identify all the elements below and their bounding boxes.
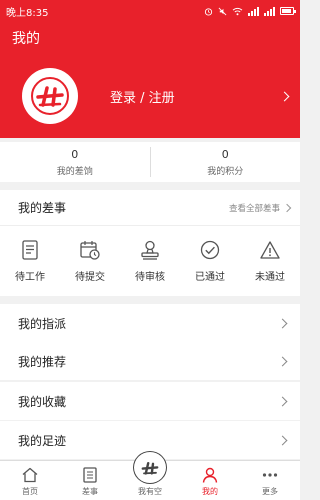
- status-label: 待审核: [135, 272, 165, 283]
- status-rejected[interactable]: 未通过: [240, 239, 300, 283]
- bottom-tab-bar: 首页 差事 我有空 我的 更多: [0, 451, 300, 500]
- profile-header[interactable]: 登录 / 注册: [0, 54, 300, 138]
- view-all-tasks-link[interactable]: 查看全部差事: [229, 202, 280, 214]
- tab-home[interactable]: 首页: [0, 461, 60, 500]
- menu-label: 我的指派: [18, 316, 67, 331]
- document-icon: [22, 240, 38, 260]
- more-icon: [262, 473, 278, 477]
- page-title: 我的: [12, 31, 40, 47]
- stat-points[interactable]: 0 我的积分: [151, 148, 301, 177]
- mute-icon: [218, 7, 227, 15]
- tasks-header: 我的差事 查看全部差事: [0, 190, 300, 226]
- status-bar: 晚上8:35: [0, 0, 300, 22]
- section-title: 我的差事: [18, 201, 67, 215]
- status-time: 晚上8:35: [6, 7, 49, 19]
- signal-icon-2: [264, 6, 275, 16]
- chevron-right-icon: [282, 203, 292, 212]
- menu-item-assignments[interactable]: 我的指派: [0, 304, 300, 342]
- person-icon: [202, 467, 218, 483]
- tab-more[interactable]: 更多: [240, 461, 300, 500]
- home-icon: [22, 467, 38, 483]
- chevron-right-icon: [277, 356, 288, 366]
- status-pending-work[interactable]: 待工作: [0, 239, 60, 283]
- stats-bar: 0 我的差饷 0 我的积分: [0, 142, 300, 182]
- status-pending-submit[interactable]: 待提交: [60, 239, 120, 283]
- chevron-right-icon: [277, 318, 288, 328]
- status-label: 已通过: [195, 272, 225, 283]
- alarm-icon: [204, 7, 213, 16]
- status-approved[interactable]: 已通过: [180, 239, 240, 283]
- tab-label: 首页: [22, 487, 38, 496]
- stat-value: 0: [71, 147, 79, 161]
- login-register-link[interactable]: 登录 / 注册: [110, 87, 281, 106]
- tab-available[interactable]: 我有空: [120, 451, 180, 500]
- tab-mine[interactable]: 我的: [180, 461, 240, 500]
- stat-value: 0: [221, 147, 229, 161]
- avatar[interactable]: [22, 68, 78, 124]
- signal-icon: [248, 6, 259, 16]
- check-circle-icon: [200, 240, 220, 260]
- task-status-row: 待工作 待提交 待审核 已通过 未通过: [0, 226, 300, 296]
- menu-label: 我的推荐: [18, 354, 67, 369]
- battery-icon: [280, 7, 296, 15]
- logo-icon: [31, 77, 69, 115]
- menu-item-recommendations[interactable]: 我的推荐: [0, 342, 300, 380]
- warning-triangle-icon: [260, 241, 280, 259]
- status-label: 未通过: [255, 272, 285, 283]
- wifi-icon: [232, 7, 243, 15]
- status-pending-review[interactable]: 待审核: [120, 239, 180, 283]
- stat-salary[interactable]: 0 我的差饷: [0, 148, 150, 177]
- chevron-right-icon: [277, 396, 288, 406]
- stamp-icon: [141, 240, 159, 260]
- status-icons: [204, 6, 296, 16]
- chevron-right-icon: [277, 435, 288, 445]
- tab-label: 我的: [202, 487, 218, 496]
- menu-item-favorites[interactable]: 我的收藏: [0, 382, 300, 420]
- menu-label: 我的收藏: [18, 394, 67, 409]
- tab-tasks[interactable]: 差事: [60, 461, 120, 500]
- center-logo-button[interactable]: [133, 451, 167, 484]
- calendar-clock-icon: [80, 241, 100, 260]
- tab-label: 我有空: [138, 487, 162, 496]
- tab-label: 更多: [262, 487, 278, 496]
- status-label: 待提交: [75, 272, 105, 283]
- chevron-right-icon: [279, 91, 290, 101]
- tab-label: 差事: [82, 487, 98, 496]
- stat-label: 我的积分: [207, 166, 244, 177]
- tasks-section: 我的差事 查看全部差事 待工作 待提交 待审核 已通过 未通过: [0, 190, 300, 296]
- title-bar: 我的: [0, 22, 300, 54]
- list-icon: [83, 467, 97, 483]
- logo-icon: [141, 461, 159, 475]
- status-label: 待工作: [15, 272, 45, 283]
- stat-label: 我的差饷: [56, 166, 93, 177]
- menu-label: 我的足迹: [18, 433, 67, 448]
